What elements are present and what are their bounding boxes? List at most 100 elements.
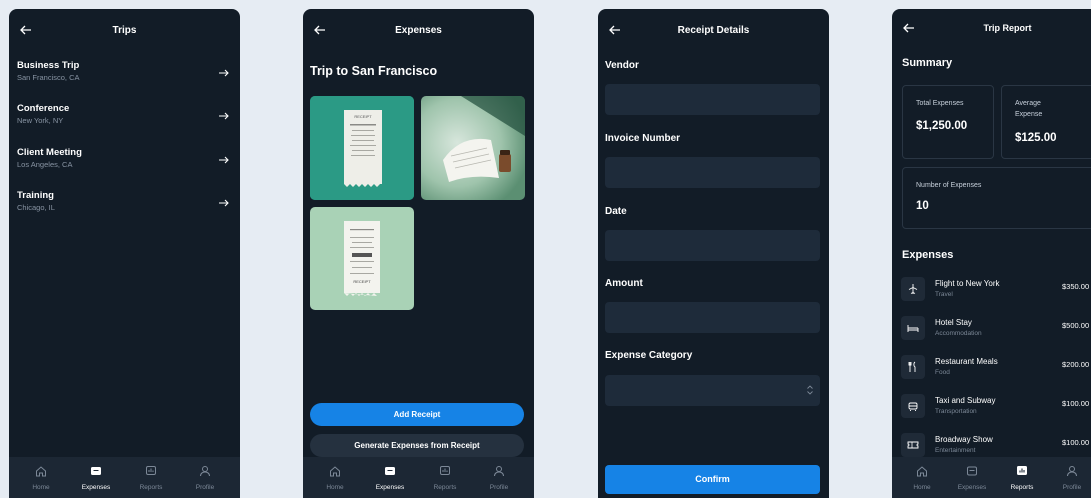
nav-reports[interactable]: Reports	[1002, 457, 1042, 498]
add-receipt-button[interactable]: Add Receipt	[310, 403, 524, 426]
nav-reports[interactable]: Reports	[131, 457, 171, 498]
summary-heading: Summary	[902, 57, 953, 69]
nav-label: Home	[326, 484, 344, 491]
chart-icon	[1017, 466, 1027, 475]
nav-profile[interactable]: Profile	[479, 457, 519, 498]
expense-name: Flight to New York	[935, 279, 1000, 288]
trip-location: San Francisco, CA	[17, 73, 80, 82]
plane-icon	[908, 284, 918, 294]
trip-name: Business Trip	[17, 60, 80, 71]
trip-list-item[interactable]: Training Chicago, IL	[17, 190, 230, 230]
date-label: Date	[605, 206, 627, 217]
arrow-right-icon	[219, 112, 229, 120]
trip-list-item[interactable]: Business Trip San Francisco, CA	[17, 60, 230, 100]
trip-list-item[interactable]: Conference New York, NY	[17, 103, 230, 143]
nav-label: Home	[32, 484, 50, 491]
nav-label: Reports	[433, 484, 457, 491]
number-of-expenses-card: Number of Expenses 10	[902, 167, 1091, 229]
expense-amount: $200.00	[1062, 360, 1090, 369]
card-value: $1,250.00	[916, 120, 968, 132]
nav-label: Home	[913, 484, 931, 491]
card-value: 10	[916, 200, 929, 212]
trips-screen: Trips Business Trip San Francisco, CA Co…	[9, 9, 240, 498]
nav-label: Profile	[195, 484, 215, 491]
receipt-image[interactable]	[421, 96, 525, 200]
nav-profile[interactable]: Profile	[1052, 457, 1091, 498]
expense-category: Transportation	[935, 408, 977, 415]
generate-expenses-button[interactable]: Generate Expenses from Receipt	[310, 434, 524, 457]
select-chevrons-icon	[807, 385, 813, 395]
page-title: Expenses	[395, 25, 442, 36]
receipt-image[interactable]: RECEIPT	[310, 96, 414, 200]
car-icon	[908, 402, 918, 411]
icon-tile	[901, 316, 925, 340]
expense-list-item[interactable]: Taxi and Subway Transportation $100.00	[901, 394, 1091, 422]
receipt-photo	[310, 96, 414, 200]
receipt-icon	[91, 467, 101, 475]
amount-input[interactable]	[605, 302, 820, 333]
receipt-photo	[421, 96, 525, 200]
home-icon	[36, 466, 46, 477]
expense-amount: $500.00	[1062, 321, 1090, 330]
arrow-right-icon	[219, 156, 229, 164]
expense-category: Accommodation	[935, 330, 982, 337]
expense-category: Travel	[935, 291, 953, 298]
page-title: Trips	[112, 25, 137, 36]
trips-top-bar: Trips	[9, 9, 240, 53]
icon-tile	[901, 394, 925, 418]
icon-tile	[901, 433, 925, 457]
expense-list-item[interactable]: Flight to New York Travel $350.00	[901, 277, 1091, 305]
expense-amount: $100.00	[1062, 438, 1090, 447]
expense-category: Entertainment	[935, 447, 976, 454]
nav-label: Reports	[1010, 484, 1034, 491]
nav-label: Profile	[1062, 484, 1082, 491]
expense-amount: $350.00	[1062, 282, 1090, 291]
home-icon	[330, 466, 340, 477]
nav-expenses[interactable]: Expenses	[370, 457, 410, 498]
home-icon	[917, 466, 927, 477]
page-title: Receipt Details	[677, 25, 750, 36]
nav-home[interactable]: Home	[21, 457, 61, 498]
confirm-button[interactable]: Confirm	[605, 465, 820, 494]
receipt-image[interactable]: RECEIPT	[310, 207, 414, 310]
trip-list-item[interactable]: Client Meeting Los Angeles, CA	[17, 147, 230, 187]
receipt-photo	[310, 207, 414, 310]
trip-heading: Trip to San Francisco	[310, 64, 438, 78]
expense-category-select[interactable]	[605, 375, 820, 406]
vendor-input[interactable]	[605, 84, 820, 115]
nav-home[interactable]: Home	[902, 457, 942, 498]
bottom-nav: Home Expenses Reports Profile	[892, 457, 1091, 498]
trip-location: Chicago, IL	[17, 203, 55, 212]
nav-label: Reports	[139, 484, 163, 491]
invoice-number-input[interactable]	[605, 157, 820, 188]
average-expense-card: Average Expense $125.00	[1001, 85, 1091, 159]
chart-icon	[440, 466, 450, 475]
expense-list-item[interactable]: Restaurant Meals Food $200.00	[901, 355, 1091, 383]
page-title: Trip Report	[983, 23, 1032, 33]
icon-tile	[901, 355, 925, 379]
nav-profile[interactable]: Profile	[185, 457, 225, 498]
card-label: Number of Expenses	[916, 182, 982, 189]
trip-location: Los Angeles, CA	[17, 160, 73, 169]
user-icon	[1067, 466, 1077, 477]
receipt-icon	[967, 466, 977, 476]
receipt-top-bar: Receipt Details	[598, 9, 829, 53]
expense-amount: $100.00	[1062, 399, 1090, 408]
expenses-top-bar: Expenses	[303, 9, 534, 53]
nav-expenses[interactable]: Expenses	[76, 457, 116, 498]
expense-list-item[interactable]: Hotel Stay Accommodation $500.00	[901, 316, 1091, 344]
nav-expenses[interactable]: Expenses	[952, 457, 992, 498]
ticket-icon	[907, 441, 919, 449]
nav-home[interactable]: Home	[315, 457, 355, 498]
expenses-heading: Expenses	[902, 249, 954, 261]
report-top-bar: Trip Report	[892, 9, 1091, 53]
nav-label: Expenses	[957, 484, 987, 491]
trip-location: New York, NY	[17, 116, 64, 125]
bed-icon	[907, 325, 919, 332]
date-input[interactable]	[605, 230, 820, 261]
trip-name: Training	[17, 190, 54, 201]
vendor-label: Vendor	[605, 60, 639, 71]
invoice-number-label: Invoice Number	[605, 133, 681, 144]
receipt-footer: RECEIPT	[353, 279, 371, 284]
nav-reports[interactable]: Reports	[425, 457, 465, 498]
